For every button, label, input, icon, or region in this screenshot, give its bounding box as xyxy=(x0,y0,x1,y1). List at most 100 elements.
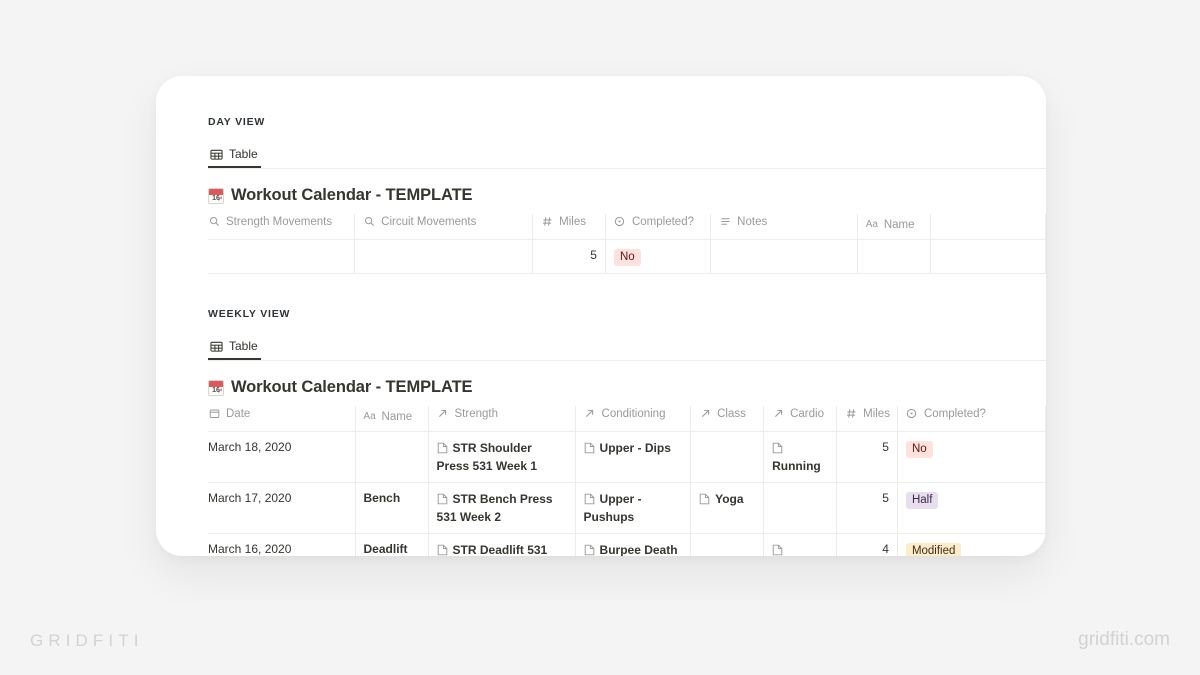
cell-completed[interactable]: Half xyxy=(897,482,1046,534)
select-icon xyxy=(906,408,918,420)
col-name-weekly[interactable]: Aa Name xyxy=(355,406,429,432)
col-circuit-movements[interactable]: Circuit Movements xyxy=(354,214,534,240)
tab-table-day[interactable]: Table xyxy=(208,142,261,168)
cell-completed[interactable]: No xyxy=(897,431,1046,483)
col-miles-weekly[interactable]: Miles xyxy=(836,406,898,432)
cell-conditioning[interactable]: Upper - Dips xyxy=(575,431,692,483)
day-view-db-title: 16 ↗ Workout Calendar - TEMPLATE xyxy=(208,186,1046,205)
cell-strength-movements[interactable] xyxy=(208,239,356,274)
relation-icon xyxy=(772,408,784,420)
col-name-day[interactable]: Aa Name xyxy=(857,214,931,240)
status-badge: No xyxy=(613,249,641,266)
col-conditioning[interactable]: Conditioning xyxy=(575,406,692,432)
number-icon xyxy=(541,216,553,228)
number-icon xyxy=(845,408,857,420)
col-conditioning-label: Conditioning xyxy=(601,407,666,420)
table-row[interactable]: March 18, 2020 STR Shoulder Press 531 We… xyxy=(208,431,1046,483)
cell-name[interactable]: Deadlift Day xyxy=(355,533,429,556)
cell-completed[interactable]: Modified xyxy=(897,533,1046,556)
col-strength-label: Strength xyxy=(454,407,498,420)
col-class-label: Class xyxy=(717,407,746,420)
col-completed-weekly[interactable]: Completed? xyxy=(897,406,1046,432)
col-name-day-label: Name xyxy=(883,219,915,231)
cell-miles[interactable]: 5 xyxy=(836,482,898,534)
col-circuit-movements-label: Circuit Movements xyxy=(381,215,477,228)
page-icon xyxy=(437,544,448,556)
cell-completed[interactable]: No xyxy=(605,239,712,274)
tab-table-day-label: Table xyxy=(229,147,258,161)
cell-cardio[interactable]: Running xyxy=(763,533,838,556)
cell-cardio[interactable] xyxy=(763,482,838,534)
cell-circuit-movements[interactable] xyxy=(354,239,534,274)
cell-name[interactable] xyxy=(857,239,931,274)
col-strength[interactable]: Strength xyxy=(428,406,576,432)
col-completed-day[interactable]: Completed? xyxy=(605,214,712,240)
table-row[interactable]: March 17, 2020 Bench STR Bench Press 531… xyxy=(208,482,1046,534)
search-icon xyxy=(208,216,220,228)
cell-class[interactable] xyxy=(690,431,765,483)
col-strength-movements[interactable]: Strength Movements xyxy=(208,214,356,240)
cell-class[interactable]: Yoga xyxy=(690,482,765,534)
cell-miles[interactable]: 4 xyxy=(836,533,898,556)
col-date-label: Date xyxy=(226,407,251,420)
page-icon xyxy=(584,442,595,454)
page-icon xyxy=(772,442,783,454)
cell-date[interactable]: March 18, 2020 xyxy=(208,431,356,483)
cell-miles[interactable]: 5 xyxy=(532,239,606,274)
weekly-view-tabstrip: Table xyxy=(208,334,1046,361)
weekly-view-db-title-text: Workout Calendar - TEMPLATE xyxy=(231,378,473,396)
relation-icon xyxy=(699,408,711,420)
table-row[interactable]: 5 No xyxy=(208,239,1046,274)
cell-date[interactable]: March 17, 2020 xyxy=(208,482,356,534)
page-icon xyxy=(584,544,595,556)
col-cardio[interactable]: Cardio xyxy=(763,406,838,432)
tab-table-weekly-label: Table xyxy=(229,339,258,353)
col-blank-day[interactable] xyxy=(930,214,1046,240)
title-icon: Aa xyxy=(865,219,878,230)
col-completed-day-label: Completed? xyxy=(631,215,694,228)
calendar-emoji-icon: 16 ↗ xyxy=(208,379,224,396)
page-icon xyxy=(699,493,710,505)
col-miles-weekly-label: Miles xyxy=(863,407,890,420)
cell-blank[interactable] xyxy=(930,239,1046,274)
notion-card: DAY VIEW Table 16 ↗ Workout Calendar - T… xyxy=(156,76,1046,556)
tab-table-weekly[interactable]: Table xyxy=(208,334,261,360)
col-notes[interactable]: Notes xyxy=(710,214,858,240)
cell-miles[interactable]: 5 xyxy=(836,431,898,483)
cell-conditioning[interactable]: Burpee Death xyxy=(575,533,692,556)
col-name-weekly-label: Name xyxy=(381,411,413,423)
cell-conditioning[interactable]: Upper - Pushups xyxy=(575,482,692,534)
relation-icon xyxy=(437,408,449,420)
section-day-view: DAY VIEW Table 16 ↗ Workout Calendar - T… xyxy=(156,76,1046,274)
cell-cardio[interactable]: Running xyxy=(763,431,838,483)
table-icon xyxy=(209,339,223,353)
cell-strength[interactable]: STR Deadlift 531 Week 1 xyxy=(428,533,576,556)
cell-notes[interactable] xyxy=(710,239,858,274)
day-view-tabstrip: Table xyxy=(208,142,1046,169)
col-completed-weekly-label: Completed? xyxy=(923,407,986,420)
col-miles-day[interactable]: Miles xyxy=(532,214,606,240)
cell-name[interactable] xyxy=(355,431,429,483)
weekly-view-table: Date Aa Name Strength Conditioning Class… xyxy=(208,406,1046,556)
weekly-view-label: WEEKLY VIEW xyxy=(208,308,291,320)
cell-name[interactable]: Bench xyxy=(355,482,429,534)
col-miles-day-label: Miles xyxy=(559,215,587,228)
cell-strength[interactable]: STR Shoulder Press 531 Week 1 xyxy=(428,431,576,483)
table-row[interactable]: March 16, 2020 Deadlift Day STR Deadlift… xyxy=(208,533,1046,556)
col-class[interactable]: Class xyxy=(690,406,765,432)
status-badge: Half xyxy=(905,492,939,509)
page-root: DAY VIEW Table 16 ↗ Workout Calendar - T… xyxy=(0,0,1200,675)
cell-class[interactable] xyxy=(690,533,765,556)
table-icon xyxy=(209,147,223,161)
cell-date[interactable]: March 16, 2020 xyxy=(208,533,356,556)
cell-strength[interactable]: STR Bench Press 531 Week 2 xyxy=(428,482,576,534)
status-badge: Modified xyxy=(905,543,962,556)
relation-icon xyxy=(584,408,596,420)
day-view-label: DAY VIEW xyxy=(208,116,266,128)
gridfiti-wordmark: GRIDFITI xyxy=(30,631,144,650)
title-icon: Aa xyxy=(363,411,376,422)
calendar-emoji-icon: 16 ↗ xyxy=(208,187,224,204)
text-lines-icon xyxy=(719,216,731,228)
day-view-table: Strength Movements Circuit Movements Mil… xyxy=(208,214,1046,274)
col-date[interactable]: Date xyxy=(208,406,356,432)
